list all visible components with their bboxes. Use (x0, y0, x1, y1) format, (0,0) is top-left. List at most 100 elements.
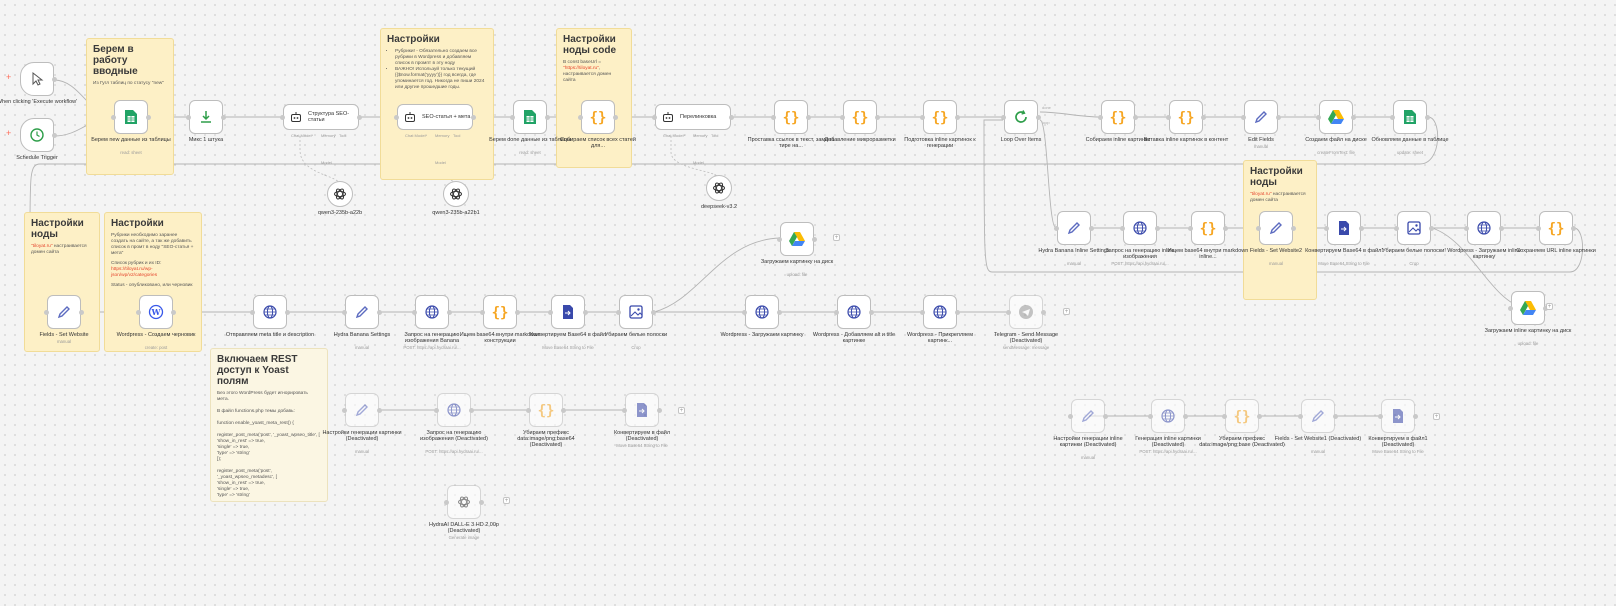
sticky-note-settings-rubrics[interactable]: Настройки Рубрики необходимо заранее соз… (104, 212, 202, 352)
output-port[interactable] (479, 499, 484, 505)
output-port[interactable] (357, 114, 362, 120)
input-port[interactable] (1394, 225, 1399, 231)
hydra-settings-node[interactable] (345, 295, 379, 329)
output-port[interactable] (1351, 114, 1356, 120)
input-port[interactable] (1324, 225, 1329, 231)
output-port[interactable] (651, 309, 656, 315)
output-port[interactable] (1257, 413, 1262, 419)
input-port[interactable] (1298, 413, 1303, 419)
model-deepseek-node[interactable] (706, 175, 732, 201)
output-port[interactable] (1276, 114, 1281, 120)
convert-b64-node[interactable] (551, 295, 585, 329)
output-port[interactable] (1223, 225, 1228, 231)
add-node-button[interactable]: + (1063, 308, 1070, 315)
crop-inline-node[interactable] (1397, 211, 1431, 245)
code-base64-node[interactable]: {} (1191, 211, 1225, 245)
input-port[interactable] (548, 309, 553, 315)
output-port[interactable] (1041, 309, 1046, 315)
d2-prefix-node[interactable]: {} (1225, 399, 1259, 433)
output-port[interactable] (806, 114, 811, 120)
input-port[interactable] (622, 407, 627, 413)
output-port[interactable] (812, 236, 817, 242)
output-port[interactable] (79, 309, 84, 315)
input-port[interactable] (1222, 413, 1227, 419)
req-inline-node[interactable] (1123, 211, 1157, 245)
wp-alt-node[interactable] (837, 295, 871, 329)
d-convert-node[interactable] (625, 393, 659, 427)
req-banana-node[interactable] (415, 295, 449, 329)
telegram-node[interactable] (1009, 295, 1043, 329)
output-port[interactable] (171, 309, 176, 315)
input-port[interactable] (111, 114, 116, 120)
input-port[interactable] (1316, 114, 1321, 120)
d-request-node[interactable] (437, 393, 471, 427)
input-port[interactable] (480, 309, 485, 315)
input-port[interactable] (412, 309, 417, 315)
output-port[interactable] (1571, 225, 1576, 231)
input-port[interactable] (186, 114, 191, 120)
input-port[interactable] (920, 309, 925, 315)
add-node-button[interactable]: + (833, 234, 840, 241)
code-list-node[interactable]: {} (581, 100, 615, 134)
add-node-button[interactable]: + (1433, 413, 1440, 420)
code-links-node[interactable]: {} (774, 100, 808, 134)
input-port[interactable] (394, 114, 399, 120)
sheets-done-node[interactable] (513, 100, 547, 134)
wp-attach-node[interactable] (923, 295, 957, 329)
output-port[interactable] (377, 407, 382, 413)
input-port[interactable] (1006, 309, 1011, 315)
d2-settings-node[interactable] (1071, 399, 1105, 433)
input-port[interactable] (1536, 225, 1541, 231)
output-port[interactable] (955, 114, 960, 120)
output-port[interactable] (875, 114, 880, 120)
output-port[interactable] (285, 309, 290, 315)
input-port[interactable] (742, 309, 747, 315)
mix-node[interactable] (189, 100, 223, 134)
output-port[interactable] (221, 114, 226, 120)
input-port[interactable] (840, 114, 845, 120)
input-port[interactable] (1068, 413, 1073, 419)
input-port[interactable] (1166, 114, 1171, 120)
input-port[interactable] (342, 309, 347, 315)
input-port[interactable] (250, 309, 255, 315)
input-port[interactable] (771, 114, 776, 120)
fields-site-node[interactable] (47, 295, 81, 329)
edit-fields-node[interactable] (1244, 100, 1278, 134)
output-port[interactable] (377, 309, 382, 315)
drive-upload-inline-node[interactable] (1511, 291, 1545, 325)
add-trigger-icon[interactable]: + (6, 72, 11, 82)
wp-draft-node[interactable]: W (139, 295, 173, 329)
add-trigger-icon[interactable]: + (6, 128, 11, 138)
input-port[interactable] (1188, 225, 1193, 231)
output-port[interactable] (657, 407, 662, 413)
input-port[interactable] (578, 114, 583, 120)
input-port[interactable] (1390, 114, 1395, 120)
loop-node[interactable] (1004, 100, 1038, 134)
input-port[interactable] (444, 499, 449, 505)
fields-site2-node[interactable] (1259, 211, 1293, 245)
model-qwen1-node[interactable] (327, 181, 353, 207)
input-port[interactable] (1148, 413, 1153, 419)
input-port[interactable] (652, 114, 657, 120)
hydra-inline-node[interactable] (1057, 211, 1091, 245)
input-port[interactable] (1098, 114, 1103, 120)
output-port[interactable] (545, 114, 550, 120)
output-port[interactable] (1333, 413, 1338, 419)
input-port[interactable] (1001, 114, 1006, 120)
convert-base64-2-node[interactable] (1327, 211, 1361, 245)
code-insert-node[interactable]: {} (1169, 100, 1203, 134)
d2-convert-node[interactable] (1381, 399, 1415, 433)
sticky-link[interactable]: https://tiloyat.ru/wp-json/wp/v2/categor… (111, 267, 157, 278)
input-port[interactable] (280, 114, 285, 120)
sticky-note-settings-left[interactable]: Настройки ноды "tiloyat.ru" настраиваетс… (24, 212, 100, 352)
input-port[interactable] (510, 114, 515, 120)
wp-upload-inline-node[interactable] (1467, 211, 1501, 245)
agent-seo-node[interactable]: SEO-статья + мета (397, 104, 473, 130)
input-port[interactable] (777, 236, 782, 242)
d-settings-node[interactable] (345, 393, 379, 427)
d2-gen-node[interactable] (1151, 399, 1185, 433)
output-port[interactable] (515, 309, 520, 315)
input-port[interactable] (616, 309, 621, 315)
add-node-button[interactable]: + (1546, 303, 1553, 310)
code-b64-node[interactable]: {} (483, 295, 517, 329)
